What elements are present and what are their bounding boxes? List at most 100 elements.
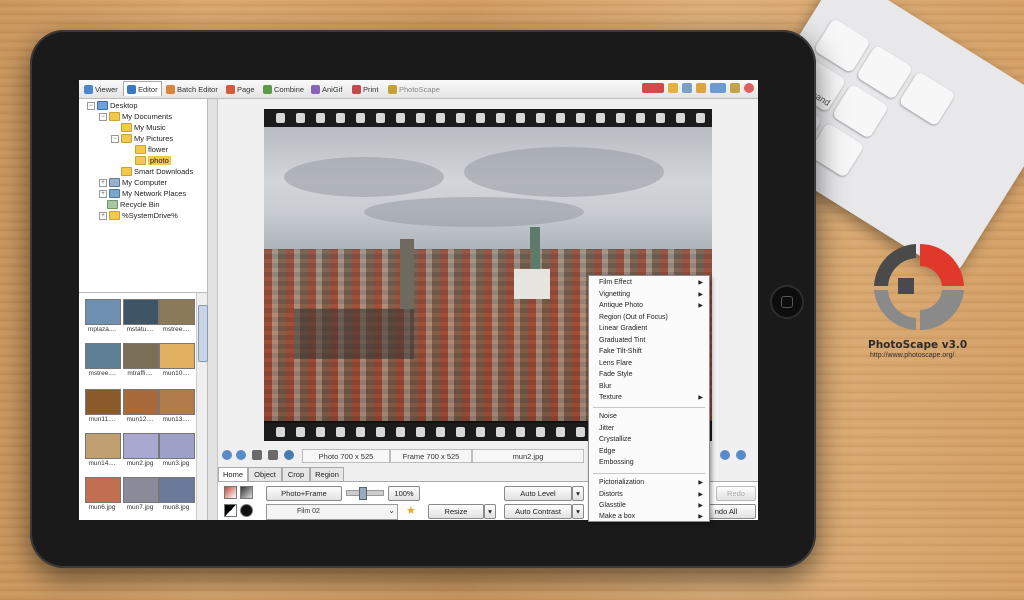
thumbnail[interactable]: [159, 389, 195, 415]
tab-viewer[interactable]: Viewer: [81, 82, 121, 96]
thumbnail[interactable]: [85, 477, 121, 503]
tab-print[interactable]: Print: [349, 82, 381, 96]
thumbnail[interactable]: [159, 343, 195, 369]
menu-item-fake-tilt-shift[interactable]: Fake Tilt-Shift: [589, 346, 709, 358]
tools-icon[interactable]: [682, 83, 692, 93]
menu-item-linear-gradient[interactable]: Linear Gradient: [589, 323, 709, 335]
collapse-icon[interactable]: −: [87, 101, 95, 110]
thumbnail[interactable]: [123, 343, 159, 369]
tree-node-my-network-places[interactable]: + My Network Places: [99, 189, 186, 198]
thumbnail[interactable]: [159, 433, 195, 459]
sepia-tool-icon[interactable]: [240, 504, 253, 517]
resize-dropdown[interactable]: ▾: [484, 504, 496, 519]
tab-batch-editor[interactable]: Batch Editor: [163, 82, 221, 96]
panel-splitter[interactable]: [208, 99, 218, 520]
tab-combine[interactable]: Combine: [260, 82, 307, 96]
menu-item-film-effect[interactable]: Film Effect ▶: [589, 277, 709, 289]
thumbnail[interactable]: [85, 299, 121, 325]
resize-button[interactable]: Resize: [428, 504, 484, 519]
tree-node-my-computer[interactable]: + My Computer: [99, 178, 167, 187]
auto-level-button[interactable]: Auto Level: [504, 486, 572, 501]
tab-region[interactable]: Region: [310, 467, 344, 481]
print-icon[interactable]: [252, 450, 262, 460]
tree-node-my-music[interactable]: My Music: [121, 123, 166, 132]
menu-item-pictorialization[interactable]: Pictorialization ▶: [589, 477, 709, 489]
tab-home[interactable]: Home: [218, 467, 248, 481]
bw-tool-icon[interactable]: [240, 486, 253, 499]
home-button[interactable]: [770, 285, 804, 319]
thumbnail-scrollbar[interactable]: [196, 293, 208, 520]
menu-item-graduated-tint[interactable]: Graduated Tint: [589, 335, 709, 347]
tree-node-smart-downloads[interactable]: Smart Downloads: [121, 167, 193, 176]
zoom-in-icon[interactable]: [720, 450, 730, 460]
menu-item-texture[interactable]: Texture ▶: [589, 392, 709, 404]
tree-node-my-documents[interactable]: − My Documents: [99, 112, 172, 121]
thumbnail[interactable]: [85, 433, 121, 459]
menu-item-region-out-of-focus[interactable]: Region (Out of Focus): [589, 312, 709, 324]
tree-node-desktop[interactable]: − Desktop: [87, 101, 138, 110]
info-icon[interactable]: [730, 83, 740, 93]
menu-item-embossing[interactable]: Embossing: [589, 457, 709, 469]
tab-page[interactable]: Page: [223, 82, 258, 96]
auto-level-dropdown[interactable]: ▾: [572, 486, 584, 501]
tab-photoscape[interactable]: PhotoScape: [385, 82, 443, 96]
menu-item-blur[interactable]: Blur: [589, 381, 709, 393]
auto-contrast-button[interactable]: Auto Contrast: [504, 504, 572, 519]
redo-button[interactable]: Redo: [716, 486, 756, 501]
tree-node-recycle-bin[interactable]: Recycle Bin: [107, 200, 160, 209]
tree-node-system-drive[interactable]: + %SystemDrive%: [99, 211, 178, 220]
star-icon[interactable]: ★: [406, 504, 416, 517]
thumbnail[interactable]: [123, 299, 159, 325]
thumbnail[interactable]: [123, 477, 159, 503]
thumbnail[interactable]: [85, 343, 121, 369]
rotate-right-icon[interactable]: [236, 450, 246, 460]
tree-node-flower[interactable]: flower: [135, 145, 168, 154]
menu-item-fade-style[interactable]: Fade Style: [589, 369, 709, 381]
menu-item-noise[interactable]: Noise: [589, 411, 709, 423]
menu-item-distorts[interactable]: Distorts ▶: [589, 489, 709, 501]
folder-icon[interactable]: [696, 83, 706, 93]
refresh-icon[interactable]: [284, 450, 294, 460]
thumbnail[interactable]: [159, 477, 195, 503]
menu-item-lens-flare[interactable]: Lens Flare: [589, 358, 709, 370]
star-icon[interactable]: [668, 83, 678, 93]
tab-anigif[interactable]: AniGif: [308, 82, 345, 96]
photo-frame-button[interactable]: Photo+Frame: [266, 486, 342, 501]
frame-tool-icon[interactable]: [224, 486, 237, 499]
invert-tool-icon[interactable]: [224, 504, 237, 517]
zoom-field[interactable]: 100%: [388, 486, 420, 501]
rotate-left-icon[interactable]: [222, 450, 232, 460]
menu-item-crystallize[interactable]: Crystallize: [589, 434, 709, 446]
menu-item-make-a-box[interactable]: Make a box ▶: [589, 511, 709, 523]
collapse-icon[interactable]: −: [111, 134, 119, 143]
tab-object[interactable]: Object: [248, 467, 282, 481]
thumbnail[interactable]: [123, 389, 159, 415]
menu-item-vignetting[interactable]: Vignetting ▶: [589, 289, 709, 301]
menu-item-antique-photo[interactable]: Antique Photo ▶: [589, 300, 709, 312]
tab-editor[interactable]: Editor: [123, 81, 162, 96]
tree-node-photo[interactable]: photo: [135, 156, 171, 165]
auto-contrast-dropdown[interactable]: ▾: [572, 504, 584, 519]
zoom-out-icon[interactable]: [736, 450, 746, 460]
expand-icon[interactable]: +: [99, 211, 107, 220]
tree-node-my-pictures[interactable]: − My Pictures: [111, 134, 173, 143]
tab-crop[interactable]: Crop: [282, 467, 310, 481]
menu-item-edge[interactable]: Edge: [589, 446, 709, 458]
chevron-down-icon[interactable]: ⌄: [388, 506, 395, 515]
collapse-icon[interactable]: −: [99, 112, 107, 121]
menu-item-glasstile[interactable]: Glasstile ▶: [589, 500, 709, 512]
frame-select[interactable]: Film 02 ⌄: [266, 504, 398, 520]
menu-item-jitter[interactable]: Jitter: [589, 423, 709, 435]
help-icon[interactable]: [642, 83, 664, 93]
scrollbar-thumb[interactable]: [198, 305, 208, 362]
fit-icon[interactable]: [268, 450, 278, 460]
expand-icon[interactable]: +: [99, 178, 107, 187]
settings-icon[interactable]: [710, 83, 726, 93]
frame-slider[interactable]: [346, 487, 384, 500]
thumbnail[interactable]: [85, 389, 121, 415]
thumbnail[interactable]: [123, 433, 159, 459]
folder-icon: [135, 145, 146, 154]
close-icon[interactable]: [744, 83, 754, 93]
expand-icon[interactable]: +: [99, 189, 107, 198]
thumbnail[interactable]: [159, 299, 195, 325]
